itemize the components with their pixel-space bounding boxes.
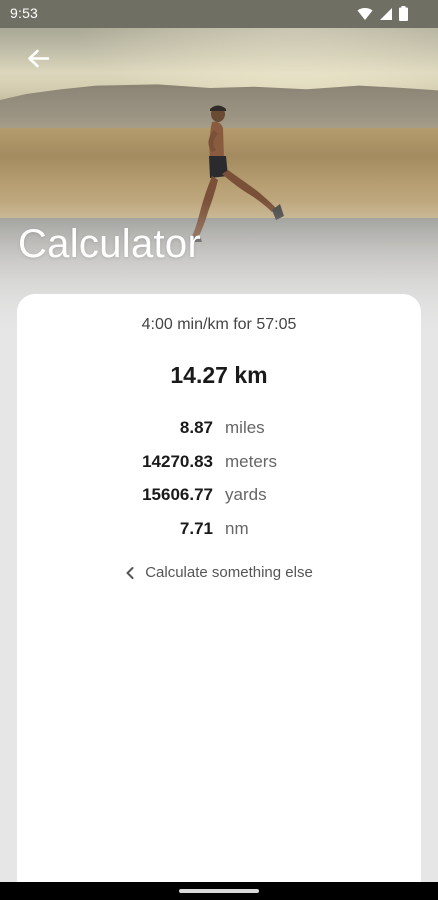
arrow-left-icon bbox=[28, 49, 50, 68]
conversion-list: 8.87 miles 14270.83 meters 15606.77 yard… bbox=[17, 418, 421, 552]
navigation-bar bbox=[0, 882, 438, 900]
conversion-value: 8.87 bbox=[179, 418, 213, 437]
conversion-row-nautical-miles: 7.71 nm bbox=[17, 519, 421, 553]
conversion-value: 7.71 bbox=[179, 518, 213, 538]
status-bar: 9:53 bbox=[0, 0, 438, 28]
app-screen: 9:53 Calculator 4:00 min/km for 57:05 14… bbox=[0, 0, 438, 900]
battery-icon bbox=[399, 6, 408, 21]
distance-result: 14.27 km bbox=[170, 362, 268, 388]
result-card: 4:00 min/km for 57:05 14.27 km 8.87 mile… bbox=[17, 294, 421, 894]
status-time: 9:53 bbox=[10, 5, 39, 21]
conversion-value: 14270.83 bbox=[142, 451, 213, 471]
conversion-row-yards: 15606.77 yards bbox=[17, 485, 421, 519]
hero-image bbox=[0, 0, 438, 330]
wifi-icon bbox=[357, 7, 373, 20]
conversion-unit: yards bbox=[225, 485, 267, 504]
conversion-value: 15606.77 bbox=[142, 485, 213, 504]
conversion-row-miles: 8.87 miles bbox=[17, 418, 421, 452]
chevron-left-icon bbox=[126, 566, 134, 579]
conversion-row-meters: 14270.83 meters bbox=[17, 452, 421, 486]
calculate-again-label: Calculate something else bbox=[145, 564, 313, 581]
conversion-unit: meters bbox=[225, 451, 277, 471]
conversion-unit: nm bbox=[225, 518, 249, 538]
page-title: Calculator bbox=[18, 222, 202, 266]
signal-icon bbox=[380, 7, 392, 20]
status-icons bbox=[357, 6, 408, 21]
home-indicator[interactable] bbox=[179, 889, 259, 893]
conversion-unit: miles bbox=[225, 418, 265, 437]
calculate-again-button[interactable]: Calculate something else bbox=[17, 564, 421, 581]
pace-time-summary: 4:00 min/km for 57:05 bbox=[141, 316, 297, 333]
back-button[interactable] bbox=[18, 40, 58, 80]
